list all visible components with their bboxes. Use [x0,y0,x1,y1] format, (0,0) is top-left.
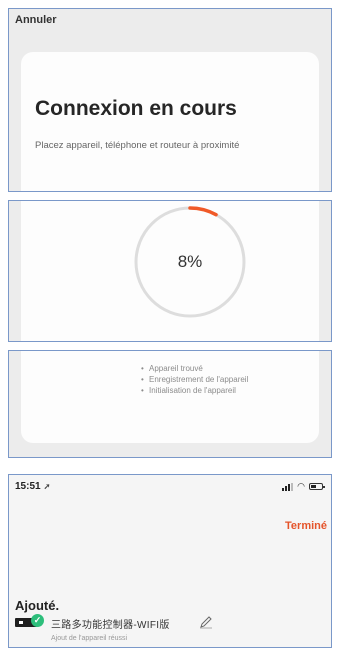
device-subtitle: Ajout de l'appareil réussi [51,635,128,642]
page-title: Connexion en cours [35,97,237,120]
step-item: • Appareil trouvé [141,364,203,373]
wifi-icon: ◠ [297,481,305,491]
location-arrow-icon: ➚ [43,482,51,491]
step-item: • Initialisation de l'appareil [141,386,236,395]
progress-panel: 8% [8,200,332,342]
progress-ring: 8% [131,203,249,321]
signal-icon [282,482,294,491]
status-time: 15:51 ➚ [15,481,51,492]
bullet-icon: • [141,386,144,395]
bullet-icon: • [141,364,144,373]
device-row[interactable]: ✓ 三路多功能控制器-WIFI版 Ajout de l'appareil réu… [15,613,325,645]
steps-card: • Appareil trouvé • Enregistrement de l'ap… [21,351,319,443]
result-panel: 15:51 ➚ ◠ Terminé Ajouté. ✓ 三路多功能控制器-WIFI… [8,474,332,648]
progress-percent: 8% [177,252,203,271]
status-bar: 15:51 ➚ ◠ [9,475,331,501]
page-subtitle: Placez appareil, téléphone et routeur à … [35,140,240,151]
steps-list: • Appareil trouvé • Enregistrement de l'ap… [141,363,248,396]
device-name: 三路多功能控制器-WIFI版 [51,620,170,631]
edit-pencil-icon[interactable] [199,615,213,629]
done-button[interactable]: Terminé [285,520,327,532]
step-item: • Enregistrement de l'appareil [141,375,249,384]
status-icons: ◠ [282,481,325,491]
check-icon: ✓ [31,614,44,627]
battery-icon [309,483,325,490]
progress-card: 8% [21,201,319,341]
connect-header-panel: Annuler Connexion en cours Placez appare… [8,8,332,192]
cancel-button[interactable]: Annuler [15,14,57,26]
steps-panel: • Appareil trouvé • Enregistrement de l'ap… [8,350,332,458]
connect-card: Connexion en cours Placez appareil, télé… [21,52,319,191]
added-title: Ajouté. [15,598,60,613]
bullet-icon: • [141,375,144,384]
